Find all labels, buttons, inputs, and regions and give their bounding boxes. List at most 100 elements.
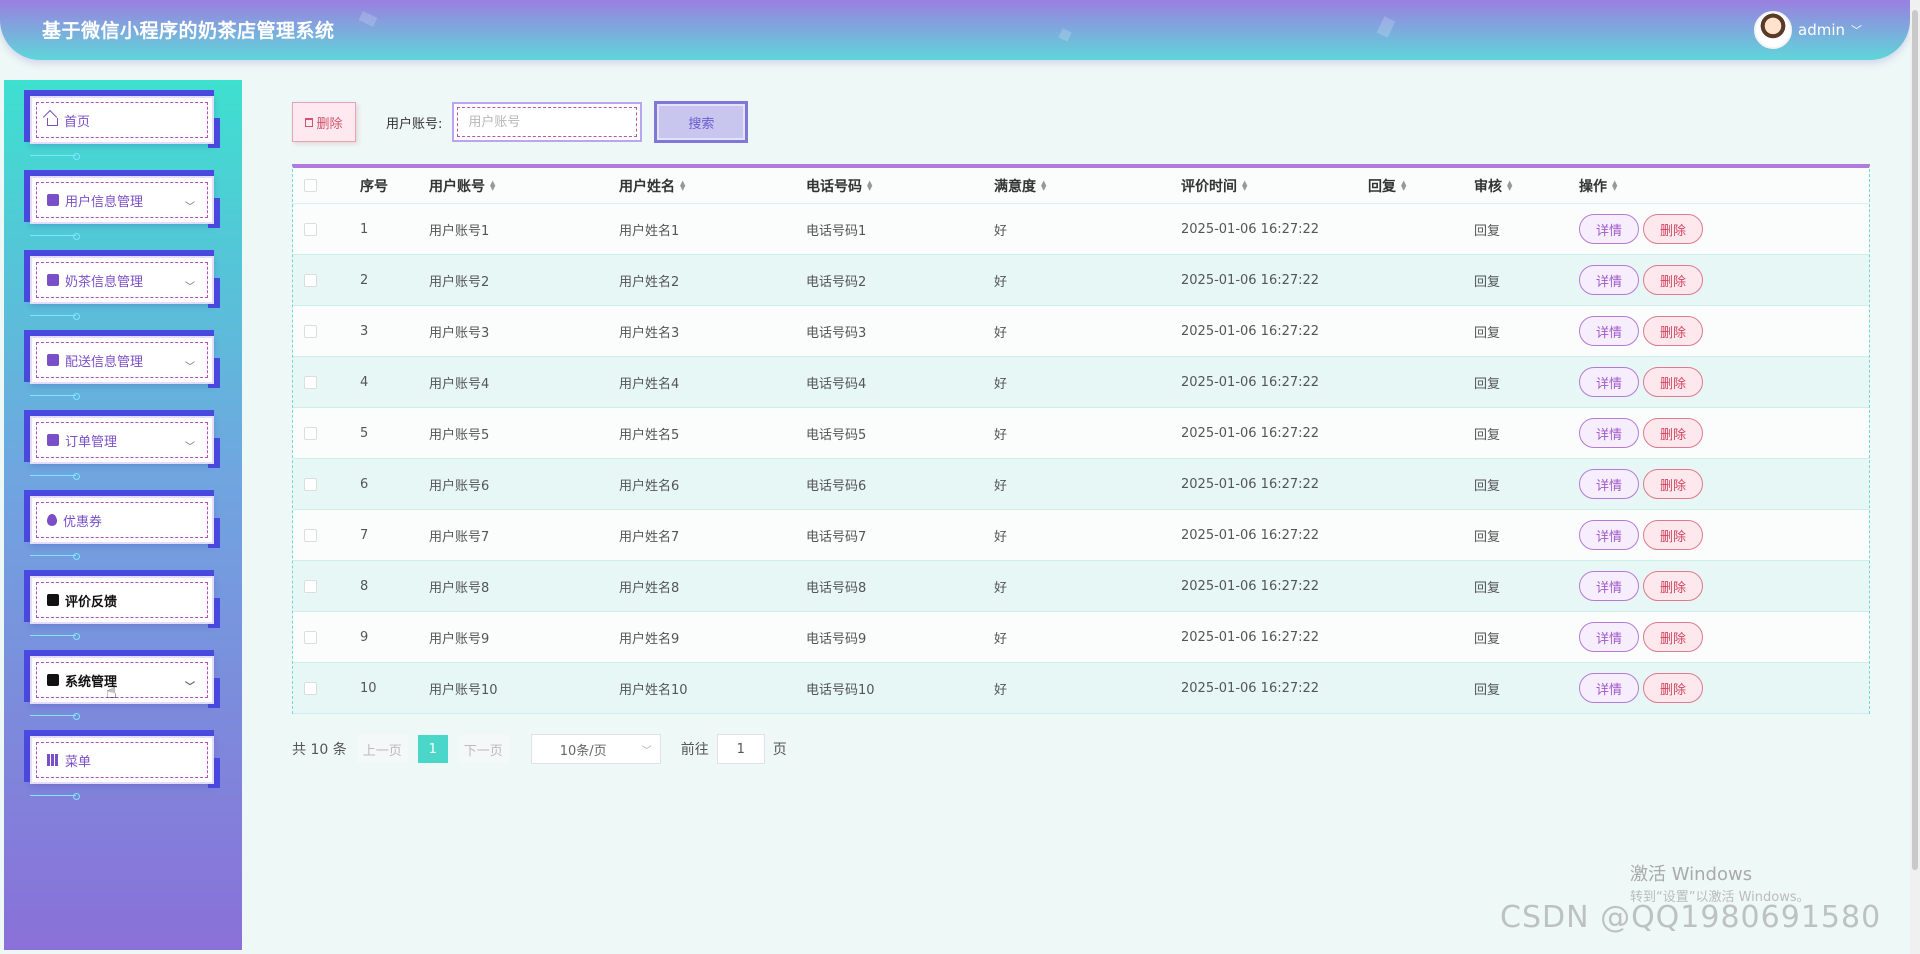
sidebar-item-4[interactable]: 订单管理 ﹀ <box>24 410 220 480</box>
cell-account: 用户账号9 <box>429 631 490 647</box>
cell-time: 2025-01-06 16:27:22 <box>1181 527 1320 543</box>
cell-audit[interactable]: 回复 <box>1474 612 1500 662</box>
cell-audit[interactable]: 回复 <box>1474 510 1500 560</box>
col-time[interactable]: 评价时间 ▲ ▼ <box>1181 168 1247 203</box>
account-search-input[interactable] <box>457 107 638 137</box>
col-account[interactable]: 用户账号 ▲ ▼ <box>429 168 495 203</box>
row-checkbox[interactable] <box>304 528 317 542</box>
cell-phone: 电话号码6 <box>806 478 867 494</box>
delete-button[interactable]: 删除 <box>1643 214 1703 244</box>
select-all-checkbox[interactable] <box>304 179 317 192</box>
account-search-field[interactable] <box>452 102 643 142</box>
detail-button[interactable]: 详情 <box>1579 265 1639 295</box>
batch-delete-button[interactable]: 删除 <box>292 102 356 142</box>
sidebar-item-1[interactable]: 用户信息管理 ﹀ <box>24 170 220 240</box>
cell-account: 用户账号4 <box>429 376 490 392</box>
col-name[interactable]: 用户姓名 ▲ ▼ <box>619 168 685 203</box>
page-scrollbar[interactable] <box>1910 0 1920 954</box>
account-label: 用户账号: <box>386 116 443 132</box>
sort-icon: ▲ ▼ <box>1507 178 1513 192</box>
row-checkbox[interactable] <box>304 375 317 389</box>
delete-button[interactable]: 删除 <box>1643 316 1703 346</box>
delete-button[interactable]: 删除 <box>1643 571 1703 601</box>
col-audit[interactable]: 审核 ▲ ▼ <box>1474 168 1512 203</box>
delete-button[interactable]: 删除 <box>1643 418 1703 448</box>
table-header: 序号 用户账号 ▲ ▼ 用户姓名 ▲ ▼ 电话号码 ▲ ▼ 满意度 ▲ ▼ 评价时间 ▲ ▼ 回复 ▲… <box>293 168 1869 204</box>
detail-button[interactable]: 详情 <box>1579 622 1639 652</box>
cell-audit[interactable]: 回复 <box>1474 306 1500 356</box>
sidebar-item-7[interactable]: 系统管理 ﹀ <box>24 650 220 720</box>
row-checkbox[interactable] <box>304 324 317 338</box>
user-menu[interactable]: admin ﹀ <box>1754 11 1862 49</box>
delete-button[interactable]: 删除 <box>1643 367 1703 397</box>
col-phone[interactable]: 电话号码 ▲ ▼ <box>806 168 872 203</box>
sidebar-item-0[interactable]: 首页 <box>24 90 220 160</box>
cell-audit[interactable]: 回复 <box>1474 663 1500 713</box>
row-checkbox[interactable] <box>304 681 317 695</box>
delete-button[interactable]: 删除 <box>1643 673 1703 703</box>
sort-icon: ▲ ▼ <box>1041 178 1047 192</box>
sidebar-item-5[interactable]: 优惠券 <box>24 490 220 560</box>
sidebar-item-label: 评价反馈 <box>65 594 118 610</box>
row-checkbox[interactable] <box>304 477 317 491</box>
cell-phone: 电话号码3 <box>806 325 867 341</box>
sidebar-item-3[interactable]: 配送信息管理 ﹀ <box>24 330 220 400</box>
cell-satisfaction: 好 <box>994 478 1008 494</box>
prev-page-button[interactable]: 上一页 <box>356 735 408 763</box>
col-satisfaction[interactable]: 满意度 ▲ ▼ <box>994 168 1046 203</box>
sidebar-item-8[interactable]: 菜单 <box>24 730 220 800</box>
avatar[interactable] <box>1754 11 1792 49</box>
detail-button[interactable]: 详情 <box>1579 316 1639 346</box>
cell-audit[interactable]: 回复 <box>1474 561 1500 611</box>
chevron-down-icon[interactable]: ﹀ <box>1851 22 1862 38</box>
col-index: 序号 <box>360 178 388 195</box>
page-1-button[interactable]: 1 <box>417 735 448 763</box>
detail-button[interactable]: 详情 <box>1579 367 1639 397</box>
cell-time: 2025-01-06 16:27:22 <box>1181 629 1320 645</box>
next-page-button[interactable]: 下一页 <box>457 735 509 763</box>
cell-audit[interactable]: 回复 <box>1474 255 1500 305</box>
detail-button[interactable]: 详情 <box>1579 520 1639 550</box>
scrollbar-thumb[interactable] <box>1912 10 1918 870</box>
cell-phone: 电话号码5 <box>806 427 867 443</box>
cell-audit[interactable]: 回复 <box>1474 408 1500 458</box>
table-row: 8 用户账号8 用户姓名8 电话号码8 好 2025-01-06 16:27:22 回复 详情… <box>293 561 1869 612</box>
cell-audit[interactable]: 回复 <box>1474 204 1500 254</box>
row-checkbox[interactable] <box>304 222 317 236</box>
cell-index: 10 <box>360 680 377 696</box>
goto-page-input[interactable] <box>716 734 765 764</box>
detail-button[interactable]: 详情 <box>1579 418 1639 448</box>
cell-time: 2025-01-06 16:27:22 <box>1181 323 1320 339</box>
csdn-watermark: CSDN @QQ1980691580 <box>1500 900 1882 935</box>
cell-audit[interactable]: 回复 <box>1474 357 1500 407</box>
search-button[interactable]: 搜索 <box>654 101 749 143</box>
sidebar-item-label: 优惠券 <box>63 514 103 530</box>
sort-icon: ▲ ▼ <box>1401 178 1407 192</box>
sidebar-item-2[interactable]: 奶茶信息管理 ﹀ <box>24 250 220 320</box>
book-icon <box>47 674 59 686</box>
detail-button[interactable]: 详情 <box>1579 469 1639 499</box>
delete-button[interactable]: 删除 <box>1643 265 1703 295</box>
sidebar-item-label: 奶茶信息管理 <box>65 274 144 290</box>
cell-name: 用户姓名5 <box>619 427 680 443</box>
delete-button[interactable]: 删除 <box>1643 622 1703 652</box>
delete-button[interactable]: 删除 <box>1643 520 1703 550</box>
cell-satisfaction: 好 <box>994 529 1008 545</box>
books-icon <box>47 754 59 766</box>
row-checkbox[interactable] <box>304 273 317 287</box>
detail-button[interactable]: 详情 <box>1579 673 1639 703</box>
col-actions[interactable]: 操作 ▲ ▼ <box>1579 168 1617 203</box>
row-checkbox[interactable] <box>304 426 317 440</box>
row-checkbox[interactable] <box>304 630 317 644</box>
username[interactable]: admin <box>1798 21 1845 39</box>
detail-button[interactable]: 详情 <box>1579 214 1639 244</box>
col-reply[interactable]: 回复 ▲ ▼ <box>1368 168 1406 203</box>
detail-button[interactable]: 详情 <box>1579 571 1639 601</box>
cell-audit[interactable]: 回复 <box>1474 459 1500 509</box>
table-row: 7 用户账号7 用户姓名7 电话号码7 好 2025-01-06 16:27:22 回复 详情… <box>293 510 1869 561</box>
row-checkbox[interactable] <box>304 579 317 593</box>
pagination: 共 10 条 上一页 1 下一页 10条/页 ﹀ 前往 页 <box>292 734 787 764</box>
sidebar-item-6[interactable]: 评价反馈 <box>24 570 220 640</box>
delete-button[interactable]: 删除 <box>1643 469 1703 499</box>
page-size-select[interactable]: 10条/页 ﹀ <box>530 734 661 764</box>
